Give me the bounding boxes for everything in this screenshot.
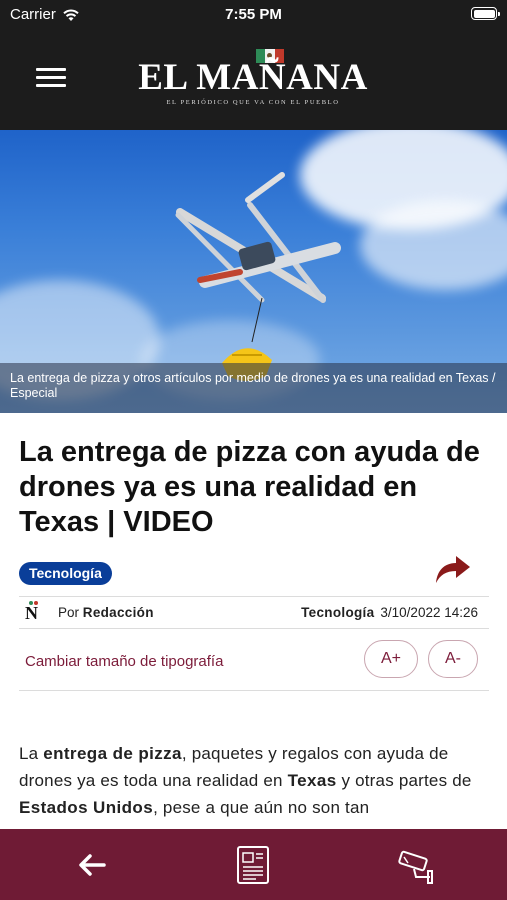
battery-icon — [471, 7, 500, 20]
share-arrow-icon[interactable] — [434, 553, 472, 585]
article-body: La entrega de pizza, paquetes y regalos … — [19, 744, 472, 817]
divider-middle — [19, 628, 489, 629]
hero-caption: La entrega de pizza y otros artículos po… — [0, 363, 507, 413]
divider-top — [19, 596, 489, 597]
article-meta: Tecnología 3/10/2022 14:26 — [301, 605, 478, 620]
hamburger-menu-icon[interactable] — [36, 68, 66, 90]
font-decrease-button[interactable]: A- — [428, 640, 478, 678]
security-camera-icon[interactable] — [394, 843, 438, 887]
font-increase-button[interactable]: A+ — [364, 640, 418, 678]
back-arrow-icon[interactable] — [70, 843, 114, 887]
site-logo[interactable]: EL MAÑANA — [128, 59, 378, 96]
status-bar: Carrier 7:55 PM — [0, 0, 507, 30]
article-headline: La entrega de pizza con ayuda de drones … — [19, 436, 480, 538]
site-tagline: EL PERIÓDICO QUE VA CON EL PUEBLO — [166, 99, 340, 106]
hero-image[interactable]: La entrega de pizza y otros artículos po… — [0, 130, 507, 413]
el-manana-n-logo: N — [25, 601, 43, 625]
divider-bottom — [19, 690, 489, 691]
publish-datetime: 3/10/2022 14:26 — [380, 605, 478, 620]
byline-prefix: Por — [58, 605, 80, 620]
font-size-label: Cambiar tamaño de tipografía — [25, 653, 224, 670]
newspaper-icon[interactable] — [232, 843, 276, 887]
section-name[interactable]: Tecnología — [301, 605, 374, 620]
bottom-tab-bar — [0, 829, 507, 900]
category-badge[interactable]: Tecnología — [19, 562, 112, 585]
author-name[interactable]: Redacción — [83, 605, 154, 620]
app-header: EL MAÑANA EL PERIÓDICO QUE VA CON EL PUE… — [0, 30, 507, 130]
status-time: 7:55 PM — [225, 6, 282, 23]
byline: Por Redacción — [58, 605, 154, 620]
